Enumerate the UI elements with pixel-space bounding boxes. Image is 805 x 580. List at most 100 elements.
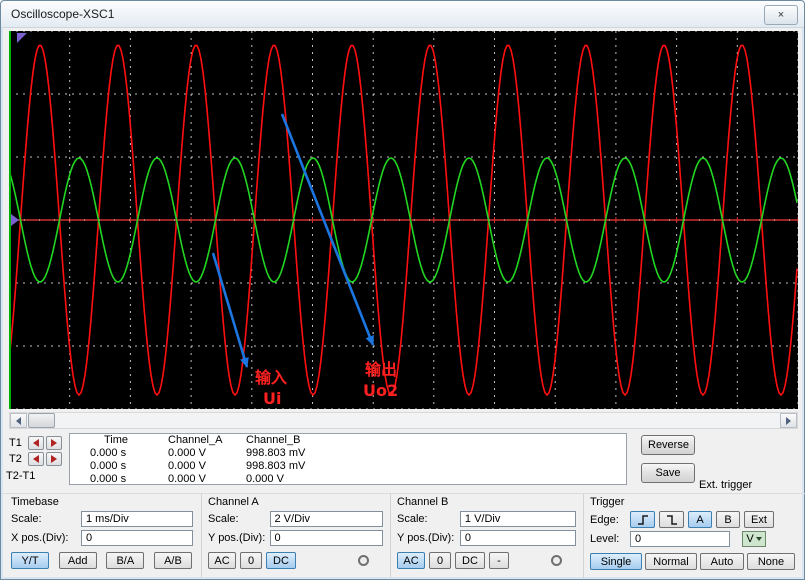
channel-b-invert-button[interactable]: - [489,552,509,569]
trigger-title: Trigger [590,496,803,508]
table-header: Time Channel_A Channel_B [70,434,626,447]
trigger-level-unit-dropdown[interactable]: V [742,531,766,547]
col-channel-a: Channel_A [168,434,246,447]
scroll-right-button[interactable] [780,413,797,428]
trigger-source-a-button[interactable]: A [688,511,712,528]
ab-mode-button[interactable]: A/B [154,552,192,569]
channel-b-indicator-icon [551,555,562,566]
save-button[interactable]: Save [641,463,695,483]
timebase-title: Timebase [11,496,198,508]
trigger-auto-button[interactable]: Auto [700,553,744,570]
trigger-group: Trigger Edge: A B Ext Level: 0 V [583,494,803,578]
add-mode-button[interactable]: Add [59,552,97,569]
t1-left-button[interactable] [28,436,44,450]
trigger-none-button[interactable]: None [747,553,795,570]
t1-channel-b: 998.803 mV [246,447,386,460]
close-button[interactable]: × [764,5,798,25]
channel-b-zero-button[interactable]: 0 [429,552,451,569]
channel-b-ac-button[interactable]: AC [397,552,425,569]
ba-mode-button[interactable]: B/A [106,552,144,569]
oscilloscope-window: Oscilloscope-XSC1 × 输入Ui输出Uo2 T1 T2 T2-T… [0,0,805,580]
falling-edge-button[interactable] [659,511,684,528]
table-row: 0.000 s 0.000 V 0.000 V [70,473,626,485]
t2-left-button[interactable] [28,452,44,466]
t2-cursor-row: T2 [9,452,62,466]
left-arrow-icon [33,455,39,463]
window-title: Oscilloscope-XSC1 [11,7,114,21]
channel-a-group: Channel A Scale: 2 V/Div Y pos.(Div): 0 … [201,494,387,578]
timebase-group: Timebase Scale: 1 ms/Div X pos.(Div): 0 … [5,494,198,578]
channel-b-dc-button[interactable]: DC [455,552,485,569]
channel-b-scale-field[interactable]: 1 V/Div [460,511,576,527]
trigger-single-button[interactable]: Single [590,553,642,570]
channel-a-dc-button[interactable]: DC [266,552,296,569]
channel-a-ac-button[interactable]: AC [208,552,236,569]
measurement-table: Time Channel_A Channel_B 0.000 s 0.000 V… [69,433,627,485]
trigger-source-ext-button[interactable]: Ext [744,511,774,528]
trigger-level-label: Level: [590,533,626,545]
channel-b-scale-label: Scale: [397,513,456,525]
channel-b-ypos-field[interactable]: 0 [460,530,576,546]
channel-b-ypos-label: Y pos.(Div): [397,532,456,544]
waveform-display: 输入Ui输出Uo2 [9,31,798,409]
horizontal-scrollbar[interactable] [9,412,798,429]
scroll-thumb[interactable] [28,413,55,428]
trigger-edge-label: Edge: [590,514,626,526]
channel-b-title: Channel B [397,496,580,508]
table-row: 0.000 s 0.000 V 998.803 mV [70,460,626,473]
channel-a-scale-label: Scale: [208,513,266,525]
t2-right-button[interactable] [46,452,62,466]
svg-text:输出: 输出 [365,360,397,379]
rising-edge-button[interactable] [630,511,655,528]
channel-a-zero-button[interactable]: 0 [240,552,262,569]
controls-panel: Timebase Scale: 1 ms/Div X pos.(Div): 0 … [1,493,805,580]
svg-text:输入: 输入 [255,368,287,387]
timebase-scale-label: Scale: [11,513,77,525]
t2-channel-b: 998.803 mV [246,460,386,473]
t1-channel-a: 0.000 V [168,447,246,460]
t2t1-channel-a: 0.000 V [168,473,246,485]
trigger-level-unit: V [746,533,753,545]
t2t1-channel-b: 0.000 V [246,473,386,485]
reverse-button[interactable]: Reverse [641,435,695,455]
col-time: Time [90,434,168,447]
channel-a-title: Channel A [208,496,387,508]
t2-label: T2 [9,453,26,465]
channel-b-group: Channel B Scale: 1 V/Div Y pos.(Div): 0 … [390,494,580,578]
channel-a-indicator-icon [358,555,369,566]
timebase-xpos-field[interactable]: 0 [81,530,193,546]
t1-cursor-row: T1 [9,436,62,450]
channel-a-scale-field[interactable]: 2 V/Div [270,511,384,527]
trigger-level-field[interactable]: 0 [630,531,730,547]
right-arrow-icon [51,455,57,463]
oscilloscope-screen: 输入Ui输出Uo2 [9,31,798,409]
trigger-source-b-button[interactable]: B [716,511,740,528]
ext-trigger-label: Ext. trigger [699,479,752,491]
right-arrow-icon [51,439,57,447]
t2t1-time: 0.000 s [90,473,168,485]
t2t1-label: T2-T1 [6,470,35,482]
channel-a-ypos-field[interactable]: 0 [270,530,384,546]
scroll-left-button[interactable] [10,413,27,428]
t1-right-button[interactable] [46,436,62,450]
yt-mode-button[interactable]: Y/T [11,552,49,569]
t2-channel-a: 0.000 V [168,460,246,473]
t1-label: T1 [9,437,26,449]
t1-time: 0.000 s [90,447,168,460]
timebase-xpos-label: X pos.(Div): [11,532,77,544]
col-channel-b: Channel_B [246,434,386,447]
t2t1-row: T2-T1 [6,470,35,482]
falling-edge-icon [665,514,679,526]
chevron-down-icon [756,537,762,541]
trigger-normal-button[interactable]: Normal [645,553,697,570]
titlebar[interactable]: Oscilloscope-XSC1 × [1,1,804,28]
left-arrow-icon [33,439,39,447]
table-row: 0.000 s 0.000 V 998.803 mV [70,447,626,460]
scroll-left-icon [16,417,21,425]
measurement-panel: T1 T2 T2-T1 Time Channel_A Channel_B 0.0… [1,430,805,493]
svg-text:Ui: Ui [263,389,281,408]
close-icon: × [778,9,784,21]
scroll-right-icon [786,417,791,425]
t2-time: 0.000 s [90,460,168,473]
timebase-scale-field[interactable]: 1 ms/Div [81,511,193,527]
